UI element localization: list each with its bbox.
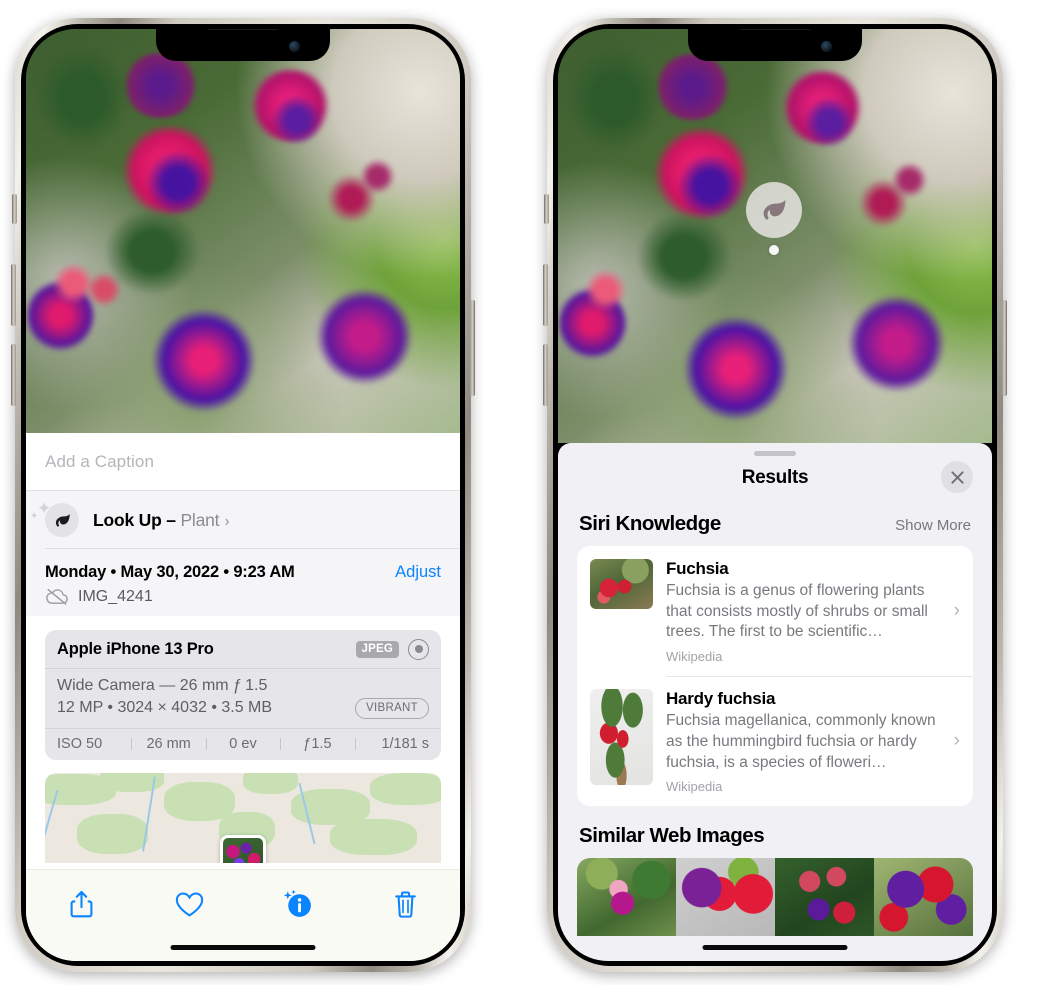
front-camera-icon bbox=[289, 41, 300, 52]
volume-down-button-right[interactable] bbox=[543, 344, 548, 406]
share-button[interactable] bbox=[60, 884, 102, 924]
exif-stat-iso: ISO 50 bbox=[57, 735, 103, 752]
hardy-fuchsia-branch-thumb bbox=[590, 689, 653, 786]
lens-icon bbox=[408, 638, 429, 660]
siri-knowledge-header: Siri Knowledge Show More bbox=[558, 500, 992, 546]
results-title: Results bbox=[741, 467, 809, 488]
similar-web-images-header: Similar Web Images bbox=[558, 806, 992, 858]
photographic-style-badge: VIBRANT bbox=[355, 697, 429, 719]
exif-device: Apple iPhone 13 Pro bbox=[57, 639, 214, 658]
chevron-right-icon: › bbox=[224, 512, 230, 530]
earpiece-speaker bbox=[206, 29, 280, 30]
exif-stat-ev: 0 ev bbox=[205, 736, 280, 752]
location-map[interactable] bbox=[45, 772, 441, 863]
format-badge: JPEG bbox=[355, 640, 399, 658]
icloud-slash-icon bbox=[45, 588, 69, 605]
similar-web-images-strip[interactable] bbox=[577, 858, 973, 937]
photo-metadata: Monday • May 30, 2022 • 9:23 AM Adjust I… bbox=[26, 548, 460, 616]
info-button[interactable] bbox=[276, 884, 318, 924]
earpiece-speaker-right bbox=[738, 29, 812, 30]
front-camera-icon-right bbox=[821, 41, 832, 52]
notch-right bbox=[688, 29, 862, 61]
right-phone: Results Siri Knowledge Show More Fuchsia… bbox=[543, 18, 1007, 972]
home-indicator-left[interactable] bbox=[170, 945, 316, 950]
photo-info-sheet: Add a Caption ✦ ✦ Look Up – Plant › Mond… bbox=[26, 433, 460, 961]
exif-card[interactable]: Apple iPhone 13 Pro JPEG Wide Camera — 2… bbox=[45, 629, 441, 760]
knowledge-description: Fuchsia magellanica, commonly known as t… bbox=[666, 712, 936, 771]
siri-knowledge-card: Fuchsia Fuchsia is a genus of flowering … bbox=[577, 546, 973, 807]
look-up-label: Look Up – Plant › bbox=[93, 509, 230, 530]
exif-stat-focal: 26 mm bbox=[131, 736, 205, 752]
results-sheet: Results Siri Knowledge Show More Fuchsia… bbox=[558, 443, 992, 961]
look-up-row[interactable]: ✦ ✦ Look Up – Plant › bbox=[26, 491, 460, 548]
home-indicator-right[interactable] bbox=[702, 945, 848, 950]
visual-lookup-dot bbox=[769, 245, 779, 255]
caption-row[interactable]: Add a Caption bbox=[26, 433, 460, 491]
silent-switch[interactable] bbox=[12, 194, 17, 224]
photo-pin[interactable] bbox=[220, 834, 266, 863]
fuchsia-purple-red-thumb[interactable] bbox=[874, 858, 973, 937]
visual-lookup-badge[interactable] bbox=[746, 182, 802, 238]
fuchsia-red-closeup-thumb[interactable] bbox=[676, 858, 775, 937]
sparkle-small-icon: ✦ bbox=[30, 511, 39, 522]
delete-button[interactable] bbox=[384, 884, 426, 924]
exif-stat-shutter: 1/181 s bbox=[354, 736, 429, 752]
left-phone: Add a Caption ✦ ✦ Look Up – Plant › Mond… bbox=[11, 18, 475, 972]
exif-stat-aperture: ƒ1.5 bbox=[280, 736, 354, 752]
photo-fuchsia-left[interactable] bbox=[26, 29, 460, 433]
exif-size-line: 12 MP • 3024 × 4032 • 3.5 MB bbox=[57, 699, 273, 717]
notch-left bbox=[156, 29, 330, 61]
exif-lens-line: Wide Camera — 26 mm ƒ 1.5 bbox=[57, 676, 268, 694]
right-screen: Results Siri Knowledge Show More Fuchsia… bbox=[558, 29, 992, 961]
photo-filename: IMG_4241 bbox=[78, 587, 153, 605]
fuchsia-bush-thumb[interactable] bbox=[775, 858, 874, 937]
siri-knowledge-title: Siri Knowledge bbox=[579, 512, 721, 535]
list-item[interactable]: Hardy fuchsia Fuchsia magellanica, commo… bbox=[577, 676, 973, 806]
knowledge-description: Fuchsia is a genus of flowering plants t… bbox=[666, 582, 928, 641]
show-more-button[interactable]: Show More bbox=[895, 517, 971, 534]
knowledge-title: Fuchsia bbox=[666, 559, 729, 578]
exif-stats-row: ISO 50 26 mm 0 ev ƒ1.5 1/181 s bbox=[45, 729, 441, 760]
similar-web-images-title: Similar Web Images bbox=[579, 824, 765, 848]
knowledge-source: Wikipedia bbox=[666, 648, 723, 664]
volume-up-button-right[interactable] bbox=[543, 264, 548, 326]
volume-down-button[interactable] bbox=[11, 344, 16, 406]
close-icon[interactable] bbox=[941, 461, 973, 493]
leaf-icon bbox=[45, 503, 79, 537]
photo-date: Monday • May 30, 2022 • 9:23 AM bbox=[45, 562, 295, 581]
side-button[interactable] bbox=[470, 300, 475, 396]
adjust-button[interactable]: Adjust bbox=[395, 563, 441, 582]
fuchsia-pink-white-thumb[interactable] bbox=[577, 858, 676, 937]
caption-input[interactable]: Add a Caption bbox=[45, 452, 154, 472]
chevron-right-icon: › bbox=[953, 730, 960, 752]
favorite-button[interactable] bbox=[168, 884, 210, 924]
left-screen: Add a Caption ✦ ✦ Look Up – Plant › Mond… bbox=[26, 29, 460, 961]
knowledge-source: Wikipedia bbox=[666, 779, 723, 795]
fuchsia-red-flowers-thumb bbox=[590, 559, 653, 609]
knowledge-title: Hardy fuchsia bbox=[666, 689, 776, 709]
chevron-right-icon: › bbox=[953, 599, 960, 621]
side-button-right[interactable] bbox=[1002, 300, 1007, 396]
screenshot-stage: Add a Caption ✦ ✦ Look Up – Plant › Mond… bbox=[0, 0, 1055, 985]
volume-up-button[interactable] bbox=[11, 264, 16, 326]
silent-switch-right[interactable] bbox=[544, 194, 549, 224]
list-item[interactable]: Fuchsia Fuchsia is a genus of flowering … bbox=[577, 546, 973, 676]
